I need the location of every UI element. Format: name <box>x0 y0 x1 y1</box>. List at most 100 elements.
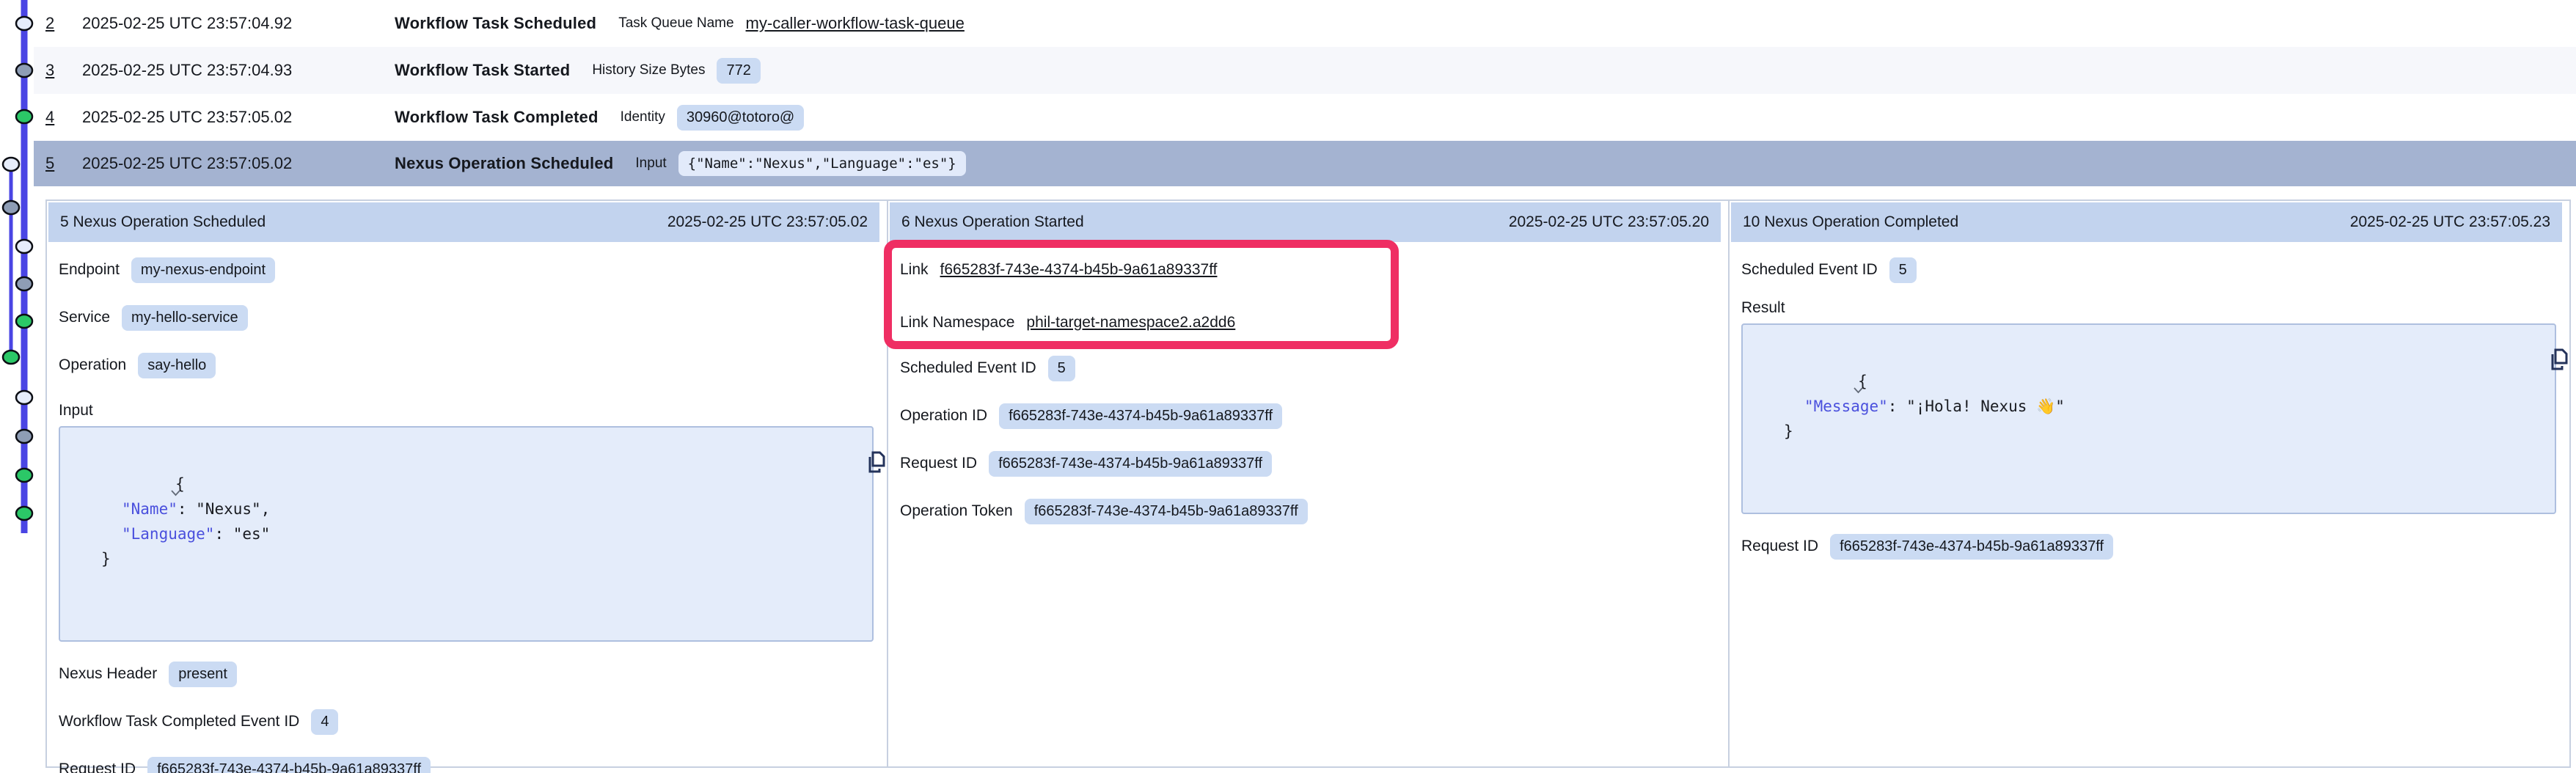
history-event-row[interactable]: 3 2025-02-25 UTC 23:57:04.93 Workflow Ta… <box>34 47 2576 94</box>
field-value-badge: f665283f-743e-4374-b45b-9a61a89337ff <box>1025 499 1308 524</box>
field-label: Link Namespace <box>900 314 1014 331</box>
history-event-row[interactable]: 4 2025-02-25 UTC 23:57:05.02 Workflow Ta… <box>34 94 2576 141</box>
result-json-viewer: { "Message": "¡Hola! Nexus 👋" } <box>1741 323 2556 514</box>
field-label: Endpoint <box>59 261 120 279</box>
event-attr-label: Task Queue Name <box>618 15 733 32</box>
history-event-row[interactable]: 2 2025-02-25 UTC 23:57:04.92 Workflow Ta… <box>34 0 2576 47</box>
event-id-link[interactable]: 2 <box>45 14 82 33</box>
field-label: Operation <box>59 356 126 374</box>
field-endpoint: Endpoint my-nexus-endpoint <box>59 255 874 285</box>
event-detail-panels: 5 Nexus Operation Scheduled 2025-02-25 U… <box>45 199 2571 768</box>
field-label: Operation Token <box>900 502 1013 520</box>
event-id-link[interactable]: 3 <box>45 61 82 80</box>
event-attr-label: History Size Bytes <box>592 62 705 78</box>
panel-body: Link f665283f-743e-4374-b45b-9a61a89337f… <box>888 242 1728 526</box>
panel-header: 10 Nexus Operation Completed 2025-02-25 … <box>1731 202 2562 242</box>
timeline-node-dot[interactable] <box>16 17 32 30</box>
field-result-label: Result <box>1741 296 2556 320</box>
field-link: Link f665283f-743e-4374-b45b-9a61a89337f… <box>900 255 1715 285</box>
json-separator: : <box>1888 398 1906 415</box>
field-value-badge: my-hello-service <box>122 305 248 331</box>
field-label: Request ID <box>900 455 977 472</box>
link-value-link[interactable]: f665283f-743e-4374-b45b-9a61a89337ff <box>940 261 1218 279</box>
field-label: Workflow Task Completed Event ID <box>59 713 299 730</box>
field-input-label: Input <box>59 398 874 423</box>
timeline-node-dot[interactable] <box>16 507 32 520</box>
copy-button[interactable] <box>837 439 860 464</box>
history-event-row-selected[interactable]: 5 2025-02-25 UTC 23:57:05.02 Nexus Opera… <box>34 141 2576 186</box>
field-label: Scheduled Event ID <box>1741 261 1878 279</box>
panel-nexus-operation-scheduled: 5 Nexus Operation Scheduled 2025-02-25 U… <box>47 201 887 766</box>
field-value-badge: f665283f-743e-4374-b45b-9a61a89337ff <box>989 451 1272 477</box>
event-history-list: 2 2025-02-25 UTC 23:57:04.92 Workflow Ta… <box>34 0 2576 186</box>
timeline-node-dot[interactable] <box>3 201 19 214</box>
panel-header: 5 Nexus Operation Scheduled 2025-02-25 U… <box>48 202 879 242</box>
collapse-chevron-icon[interactable] <box>1760 351 1864 426</box>
event-id-link[interactable]: 5 <box>45 154 82 173</box>
field-value-badge: f665283f-743e-4374-b45b-9a61a89337ff <box>147 757 431 773</box>
field-label: Link <box>900 261 929 279</box>
field-workflow-task-completed-event-id: Workflow Task Completed Event ID 4 <box>59 707 874 736</box>
field-value-badge: my-nexus-endpoint <box>131 257 275 283</box>
field-scheduled-event-id: Scheduled Event ID 5 <box>1741 255 2556 285</box>
field-label: Input <box>59 402 93 420</box>
field-value-badge: 5 <box>1889 257 1917 283</box>
panel-nexus-operation-started: 6 Nexus Operation Started 2025-02-25 UTC… <box>887 201 1728 766</box>
collapse-chevron-icon[interactable] <box>78 454 181 529</box>
event-name: Workflow Task Scheduled <box>395 14 596 33</box>
panel-title: 6 Nexus Operation Started <box>901 213 1084 231</box>
field-label: Service <box>59 309 110 326</box>
event-name: Nexus Operation Scheduled <box>395 154 613 173</box>
timeline-node-dot[interactable] <box>3 351 19 364</box>
field-operation-id: Operation ID f665283f-743e-4374-b45b-9a6… <box>900 401 1715 431</box>
field-nexus-header: Nexus Header present <box>59 659 874 689</box>
timeline-node-dot[interactable] <box>16 315 32 328</box>
field-request-id: Request ID f665283f-743e-4374-b45b-9a61a… <box>59 755 874 773</box>
event-id-link[interactable]: 4 <box>45 108 82 127</box>
timeline-node-dot[interactable] <box>16 64 32 77</box>
input-json-viewer: { "Name": "Nexus", "Language": "es" } <box>59 426 874 642</box>
timeline-node-dot[interactable] <box>16 430 32 443</box>
field-scheduled-event-id: Scheduled Event ID 5 <box>900 353 1715 383</box>
timeline-node-dot[interactable] <box>16 110 32 123</box>
event-timestamp: 2025-02-25 UTC 23:57:04.92 <box>82 14 395 33</box>
link-namespace-link[interactable]: phil-target-namespace2.a2dd6 <box>1026 314 1235 331</box>
timeline-node-dot[interactable] <box>16 391 32 404</box>
json-value: "Nexus", <box>196 500 270 518</box>
panel-timestamp: 2025-02-25 UTC 23:57:05.20 <box>1509 213 1709 231</box>
panel-header: 6 Nexus Operation Started 2025-02-25 UTC… <box>890 202 1721 242</box>
copy-button[interactable] <box>2520 337 2543 362</box>
panel-body: Endpoint my-nexus-endpoint Service my-he… <box>47 242 887 773</box>
field-operation: Operation say-hello <box>59 351 874 380</box>
field-request-id: Request ID f665283f-743e-4374-b45b-9a61a… <box>1741 532 2556 561</box>
field-label: Request ID <box>59 761 136 773</box>
field-request-id: Request ID f665283f-743e-4374-b45b-9a61a… <box>900 449 1715 478</box>
timeline-node-dot[interactable] <box>16 240 32 253</box>
timeline-node-dot[interactable] <box>16 469 32 482</box>
json-separator: : <box>214 525 233 543</box>
field-operation-token: Operation Token f665283f-743e-4374-b45b-… <box>900 497 1715 526</box>
copy-icon <box>864 450 886 474</box>
event-timestamp: 2025-02-25 UTC 23:57:05.02 <box>82 154 395 173</box>
field-label: Operation ID <box>900 407 987 425</box>
event-timestamp: 2025-02-25 UTC 23:57:04.93 <box>82 61 395 80</box>
field-value-badge: 5 <box>1048 356 1075 381</box>
field-value-badge: present <box>169 662 237 687</box>
task-queue-link[interactable]: my-caller-workflow-task-queue <box>746 14 965 33</box>
panel-timestamp: 2025-02-25 UTC 23:57:05.02 <box>667 213 868 231</box>
event-attr-label: Identity <box>621 109 665 125</box>
timeline-node-dot[interactable] <box>16 277 32 290</box>
json-value: "es" <box>233 525 271 543</box>
event-attr-value-badge: 30960@totoro@ <box>677 105 804 131</box>
timeline-node-dot[interactable] <box>3 158 19 171</box>
field-value-badge: f665283f-743e-4374-b45b-9a61a89337ff <box>1830 534 2113 560</box>
field-value-badge: f665283f-743e-4374-b45b-9a61a89337ff <box>999 403 1282 429</box>
panel-timestamp: 2025-02-25 UTC 23:57:05.23 <box>2350 213 2550 231</box>
panel-body: Scheduled Event ID 5 Result { "Message":… <box>1730 242 2569 561</box>
event-input-badge: {"Name":"Nexus","Language":"es"} <box>678 151 966 176</box>
field-label: Request ID <box>1741 538 1818 555</box>
field-label: Scheduled Event ID <box>900 359 1036 377</box>
field-label: Nexus Header <box>59 665 157 683</box>
json-close-brace: } <box>101 550 111 568</box>
field-service: Service my-hello-service <box>59 303 874 332</box>
